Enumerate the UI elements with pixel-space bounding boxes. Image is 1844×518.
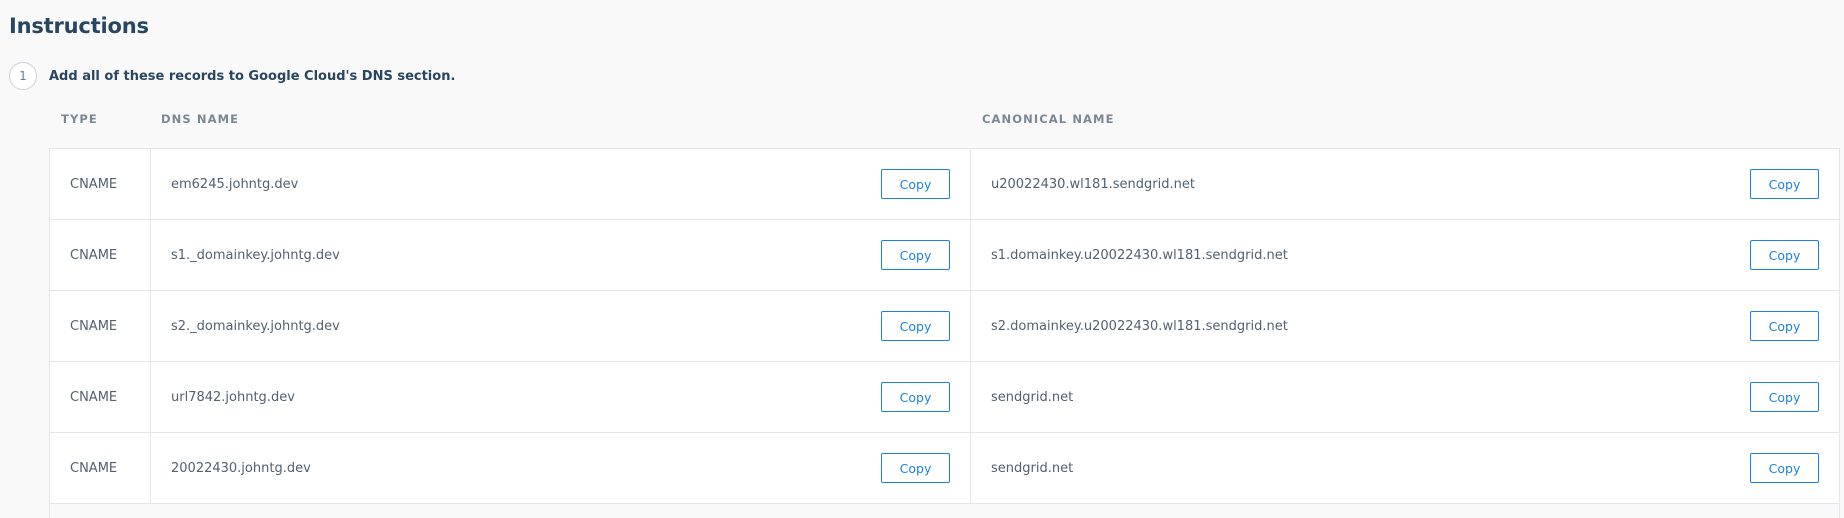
copy-canonical-name-button[interactable]: Copy (1750, 453, 1819, 483)
canonical-name-value: u20022430.wl181.sendgrid.net (991, 176, 1195, 192)
copy-dns-name-button[interactable]: Copy (881, 382, 950, 412)
canonical-name-cell: sendgrid.net Copy (971, 362, 1839, 432)
dns-name-cell: em6245.johntg.dev Copy (151, 149, 971, 219)
table-bottom-spacer (50, 504, 1839, 518)
column-header-dns-name: DNS NAME (161, 112, 240, 126)
copy-canonical-name-button[interactable]: Copy (1750, 382, 1819, 412)
dns-instructions-page: Instructions 1 Add all of these records … (0, 0, 1844, 518)
table-row: CNAME s2._domainkey.johntg.dev Copy s2.d… (50, 291, 1839, 362)
canonical-name-value: sendgrid.net (991, 460, 1074, 476)
table-row: CNAME em6245.johntg.dev Copy u20022430.w… (50, 149, 1839, 220)
copy-dns-name-button[interactable]: Copy (881, 311, 950, 341)
dns-records-table: CNAME em6245.johntg.dev Copy u20022430.w… (49, 148, 1840, 518)
step-text: Add all of these records to Google Cloud… (49, 68, 456, 84)
step-number-badge: 1 (9, 62, 37, 90)
dns-name-value: url7842.johntg.dev (171, 389, 295, 405)
dns-name-cell: s1._domainkey.johntg.dev Copy (151, 220, 971, 290)
table-row: CNAME 20022430.johntg.dev Copy sendgrid.… (50, 433, 1839, 504)
table-header: TYPE DNS NAME CANONICAL NAME (49, 112, 1839, 136)
record-type: CNAME (50, 149, 151, 219)
dns-name-cell: 20022430.johntg.dev Copy (151, 433, 971, 503)
canonical-name-cell: sendgrid.net Copy (971, 433, 1839, 503)
canonical-name-cell: s1.domainkey.u20022430.wl181.sendgrid.ne… (971, 220, 1839, 290)
dns-name-value: s1._domainkey.johntg.dev (171, 247, 340, 263)
dns-name-cell: url7842.johntg.dev Copy (151, 362, 971, 432)
canonical-name-value: s1.domainkey.u20022430.wl181.sendgrid.ne… (991, 247, 1288, 263)
dns-name-cell: s2._domainkey.johntg.dev Copy (151, 291, 971, 361)
copy-canonical-name-button[interactable]: Copy (1750, 169, 1819, 199)
copy-dns-name-button[interactable]: Copy (881, 169, 950, 199)
copy-canonical-name-button[interactable]: Copy (1750, 240, 1819, 270)
step-instruction: 1 Add all of these records to Google Clo… (9, 62, 455, 90)
canonical-name-cell: u20022430.wl181.sendgrid.net Copy (971, 149, 1839, 219)
copy-dns-name-button[interactable]: Copy (881, 240, 950, 270)
copy-canonical-name-button[interactable]: Copy (1750, 311, 1819, 341)
canonical-name-value: sendgrid.net (991, 389, 1074, 405)
copy-dns-name-button[interactable]: Copy (881, 453, 950, 483)
record-type: CNAME (50, 362, 151, 432)
dns-name-value: 20022430.johntg.dev (171, 460, 311, 476)
record-type: CNAME (50, 220, 151, 290)
record-type: CNAME (50, 291, 151, 361)
dns-name-value: em6245.johntg.dev (171, 176, 299, 192)
instructions-title: Instructions (9, 14, 149, 38)
column-header-type: TYPE (61, 112, 98, 126)
column-header-canonical-name: CANONICAL NAME (982, 112, 1115, 126)
table-row: CNAME s1._domainkey.johntg.dev Copy s1.d… (50, 220, 1839, 291)
canonical-name-cell: s2.domainkey.u20022430.wl181.sendgrid.ne… (971, 291, 1839, 361)
record-type: CNAME (50, 433, 151, 503)
canonical-name-value: s2.domainkey.u20022430.wl181.sendgrid.ne… (991, 318, 1288, 334)
dns-name-value: s2._domainkey.johntg.dev (171, 318, 340, 334)
table-row: CNAME url7842.johntg.dev Copy sendgrid.n… (50, 362, 1839, 433)
